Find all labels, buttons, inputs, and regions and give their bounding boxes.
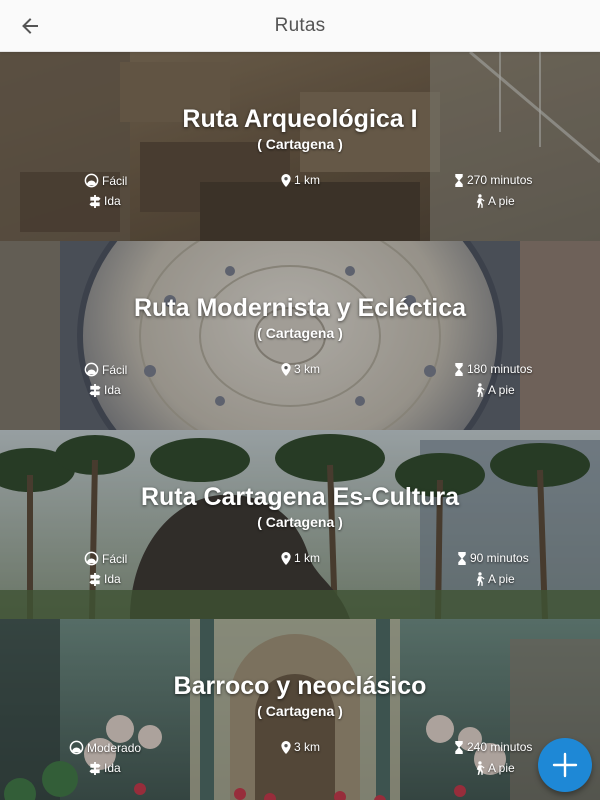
hourglass-icon xyxy=(458,551,466,565)
walking-icon xyxy=(476,194,485,208)
direction-stat: Ida xyxy=(89,572,121,586)
duration-label: 90 minutos xyxy=(470,551,529,565)
route-title: Ruta Cartagena Es-Cultura xyxy=(140,483,460,511)
difficulty-icon xyxy=(84,173,99,188)
direction-label: Ida xyxy=(104,383,121,397)
distance-stat: 3 km xyxy=(281,740,320,754)
signpost-icon xyxy=(89,761,101,775)
location-pin-icon xyxy=(281,740,291,754)
page-title: Rutas xyxy=(274,15,326,36)
route-city: ( Cartagena ) xyxy=(257,514,343,530)
difficulty-icon xyxy=(84,551,99,566)
location-pin-icon xyxy=(281,362,291,376)
mode-label: A pie xyxy=(488,572,515,586)
distance-stat: 1 km xyxy=(281,551,320,565)
walking-icon xyxy=(476,383,485,397)
difficulty-label: Moderado xyxy=(87,740,142,755)
route-title: Barroco y neoclásico xyxy=(173,672,427,700)
signpost-icon xyxy=(89,194,101,208)
duration-stat: 240 minutos xyxy=(454,740,532,754)
mode-stat: A pie xyxy=(474,761,515,775)
walking-icon xyxy=(476,572,485,586)
mode-label: A pie xyxy=(488,383,515,397)
route-title: Ruta Arqueológica I xyxy=(182,105,418,133)
distance-stat: 3 km xyxy=(281,362,320,376)
difficulty-label: Fácil xyxy=(102,173,128,188)
mode-label: A pie xyxy=(488,761,515,775)
plus-icon xyxy=(552,752,578,778)
route-title: Ruta Modernista y Ecléctica xyxy=(133,294,467,322)
distance-label: 3 km xyxy=(294,362,321,376)
difficulty-stat: Fácil xyxy=(84,362,127,377)
difficulty-stat: Moderado xyxy=(69,740,141,755)
signpost-icon xyxy=(89,383,101,397)
difficulty-label: Fácil xyxy=(102,551,128,566)
duration-label: 270 minutos xyxy=(467,173,533,187)
mode-stat: A pie xyxy=(474,572,515,586)
direction-label: Ida xyxy=(104,194,121,208)
distance-label: 1 km xyxy=(294,551,321,565)
duration-label: 180 minutos xyxy=(467,362,533,376)
duration-label: 240 minutos xyxy=(467,740,533,754)
difficulty-icon xyxy=(69,740,84,755)
difficulty-stat: Fácil xyxy=(84,173,127,188)
difficulty-icon xyxy=(84,362,99,377)
add-fab-button[interactable] xyxy=(538,738,592,792)
distance-label: 3 km xyxy=(294,740,321,754)
mode-label: A pie xyxy=(488,194,515,208)
duration-stat: 90 minutos xyxy=(457,551,529,565)
hourglass-icon xyxy=(455,173,463,187)
difficulty-stat: Fácil xyxy=(84,551,127,566)
route-card[interactable]: Ruta Arqueológica I ( Cartagena ) Fácil … xyxy=(0,52,600,241)
mode-stat: A pie xyxy=(474,194,515,208)
location-pin-icon xyxy=(281,173,291,187)
difficulty-label: Fácil xyxy=(102,362,128,377)
route-city: ( Cartagena ) xyxy=(257,325,343,341)
route-city: ( Cartagena ) xyxy=(257,136,343,152)
walking-icon xyxy=(476,761,485,775)
app-bar: Rutas xyxy=(0,0,600,52)
signpost-icon xyxy=(89,572,101,586)
direction-stat: Ida xyxy=(89,194,121,208)
route-card[interactable]: Ruta Modernista y Ecléctica ( Cartagena … xyxy=(0,241,600,430)
mode-stat: A pie xyxy=(474,383,515,397)
hourglass-icon xyxy=(455,740,463,754)
route-city: ( Cartagena ) xyxy=(257,703,343,719)
direction-stat: Ida xyxy=(89,761,121,775)
route-list: Ruta Arqueológica I ( Cartagena ) Fácil … xyxy=(0,52,600,800)
distance-label: 1 km xyxy=(294,173,321,187)
duration-stat: 180 minutos xyxy=(454,362,532,376)
distance-stat: 1 km xyxy=(281,173,320,187)
direction-label: Ida xyxy=(104,761,121,775)
route-card[interactable]: Barroco y neoclásico ( Cartagena ) Moder… xyxy=(0,619,600,800)
location-pin-icon xyxy=(281,551,291,565)
direction-label: Ida xyxy=(104,572,121,586)
direction-stat: Ida xyxy=(89,383,121,397)
route-card[interactable]: Ruta Cartagena Es-Cultura ( Cartagena ) … xyxy=(0,430,600,619)
duration-stat: 270 minutos xyxy=(454,173,532,187)
hourglass-icon xyxy=(455,362,463,376)
